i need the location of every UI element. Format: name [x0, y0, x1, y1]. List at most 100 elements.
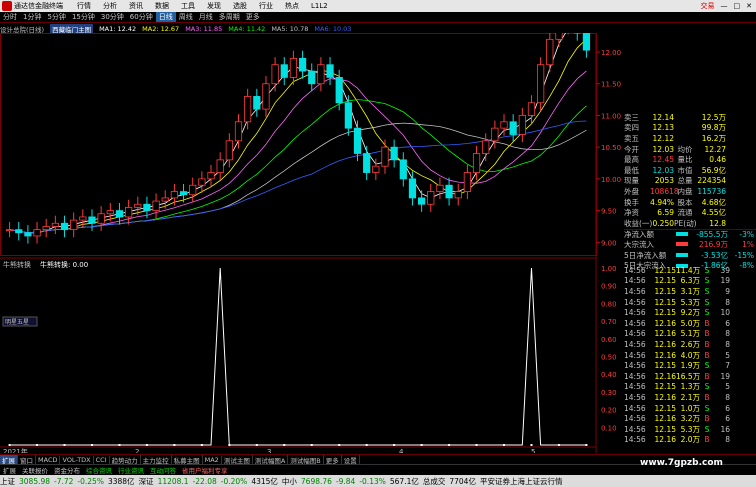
period-tab[interactable]: 30分钟 — [98, 12, 127, 22]
news-tab[interactable]: 互动问答 — [147, 465, 179, 475]
kline-chart[interactable]: 12.00 11.50 11.00 10.50 10.00 9.50 9.00 牛熊转换 牛熊转… — [0, 33, 624, 453]
period-tab[interactable]: 月线 — [196, 12, 216, 22]
candle-body[interactable] — [15, 229, 23, 234]
candle-body[interactable] — [317, 64, 325, 85]
indicator-tab[interactable]: 测试幅图B — [288, 454, 324, 465]
menu-item[interactable]: 选股 — [233, 2, 247, 10]
close-icon[interactable]: ✕ — [746, 2, 752, 10]
candle-body[interactable] — [335, 77, 343, 104]
news-tab[interactable]: 行业资讯 — [115, 465, 147, 475]
menu-item[interactable]: 行业 — [259, 2, 273, 10]
indicator-tab[interactable]: 主力监控 — [141, 454, 172, 465]
candle-body[interactable] — [344, 102, 352, 129]
candle-body[interactable] — [363, 153, 371, 173]
candle-body[interactable] — [280, 64, 288, 78]
indicator-tab[interactable]: 测试幅图A — [253, 454, 289, 465]
candle-body[interactable] — [390, 146, 398, 161]
candle-body[interactable] — [134, 203, 142, 208]
candle-body[interactable] — [5, 229, 14, 232]
menu-item[interactable]: 行情 — [77, 2, 91, 10]
minimize-icon[interactable]: — — [721, 2, 728, 10]
candle-body[interactable] — [170, 191, 178, 199]
candle-body[interactable] — [546, 38, 554, 66]
candle-body[interactable] — [262, 83, 270, 110]
candle-body[interactable] — [143, 203, 151, 211]
menu-item[interactable]: 数据 — [155, 2, 169, 10]
menu-item[interactable]: 工具 — [181, 2, 195, 10]
indicator-tab[interactable]: MACD — [36, 455, 61, 464]
period-tab[interactable]: 60分钟 — [127, 12, 156, 22]
candle-body[interactable] — [537, 64, 545, 104]
candle-body[interactable] — [418, 197, 426, 205]
candle-body[interactable] — [125, 207, 133, 218]
indicator-tab[interactable]: VOL-TDX — [60, 455, 94, 464]
menu-item[interactable]: L1L2 — [311, 2, 328, 10]
candle-body[interactable] — [491, 127, 499, 142]
candle-body[interactable] — [216, 159, 224, 173]
candle-body[interactable] — [179, 191, 188, 196]
candle-body[interactable] — [234, 121, 243, 142]
candle-body[interactable] — [60, 222, 69, 231]
candle-body[interactable] — [79, 216, 87, 221]
candle-body[interactable] — [198, 178, 206, 186]
maximize-icon[interactable]: □ — [734, 2, 741, 10]
period-tab[interactable]: 日线 — [155, 12, 176, 22]
period-tab[interactable]: 15分钟 — [69, 12, 98, 22]
candle-body[interactable] — [51, 222, 59, 227]
candle-body[interactable] — [161, 197, 169, 202]
candle-body[interactable] — [225, 140, 233, 161]
indicator-tab[interactable]: 私募主图 — [172, 454, 203, 465]
candle-body[interactable] — [445, 184, 453, 199]
trade-button[interactable]: 交易 — [701, 1, 715, 11]
candle-body[interactable] — [244, 96, 252, 123]
news-tab[interactable]: 关联报价 — [19, 465, 51, 475]
indicator-tab[interactable]: 设置 — [342, 454, 360, 465]
candle-body[interactable] — [472, 153, 481, 173]
menu-item[interactable]: 发现 — [207, 2, 221, 10]
candle-body[interactable] — [372, 165, 380, 173]
period-tab[interactable]: 更多 — [243, 12, 263, 22]
menu-item[interactable]: 分析 — [103, 2, 117, 10]
menu-item[interactable]: 热点 — [285, 2, 299, 10]
candle-body[interactable] — [33, 229, 41, 237]
candle-body[interactable] — [253, 96, 261, 110]
candle-body[interactable] — [482, 140, 490, 154]
candle-body[interactable] — [88, 216, 96, 224]
candle-body[interactable] — [399, 159, 407, 180]
news-tab[interactable]: 省用户福利专享 — [179, 465, 231, 475]
candle-body[interactable] — [308, 70, 316, 85]
news-tab[interactable]: 资金分布 — [51, 465, 83, 475]
candle-body[interactable] — [427, 191, 435, 205]
indicator-tab[interactable]: 测试主图 — [222, 454, 253, 465]
period-tab[interactable]: 1分钟 — [20, 12, 44, 22]
candle-body[interactable] — [454, 191, 462, 199]
indicator-tab[interactable]: MA2 — [203, 455, 222, 464]
indicator-tab[interactable]: 趋势动力 — [110, 454, 141, 465]
candle-body[interactable] — [582, 33, 591, 51]
period-tab[interactable]: 多周期 — [216, 12, 243, 22]
candle-body[interactable] — [353, 127, 362, 154]
candle-body[interactable] — [527, 102, 536, 116]
candle-body[interactable] — [271, 64, 279, 85]
candle-body[interactable] — [436, 184, 444, 192]
candle-body[interactable] — [42, 226, 50, 231]
period-tab[interactable]: 分时 — [0, 12, 20, 22]
candle-body[interactable] — [152, 200, 160, 211]
main-chart-badge[interactable]: 西藏临门主图 — [50, 23, 94, 34]
candle-body[interactable] — [106, 210, 114, 215]
menu-item[interactable]: 资讯 — [129, 2, 143, 10]
candle-body[interactable] — [189, 184, 197, 196]
indicator-tab[interactable]: 更多 — [324, 454, 342, 465]
candle-body[interactable] — [97, 213, 105, 224]
candle-body[interactable] — [115, 210, 124, 218]
candle-body[interactable] — [463, 172, 471, 192]
candle-body[interactable] — [207, 172, 215, 180]
news-tab[interactable]: 综合资讯 — [83, 465, 115, 475]
candle-body[interactable] — [408, 178, 417, 199]
candle-body[interactable] — [555, 33, 563, 40]
news-tab[interactable]: 扩展 — [0, 465, 19, 475]
candle-body[interactable] — [24, 232, 32, 237]
candle-body[interactable] — [509, 121, 517, 135]
candle-body[interactable] — [70, 219, 78, 231]
candle-body[interactable] — [381, 146, 389, 167]
